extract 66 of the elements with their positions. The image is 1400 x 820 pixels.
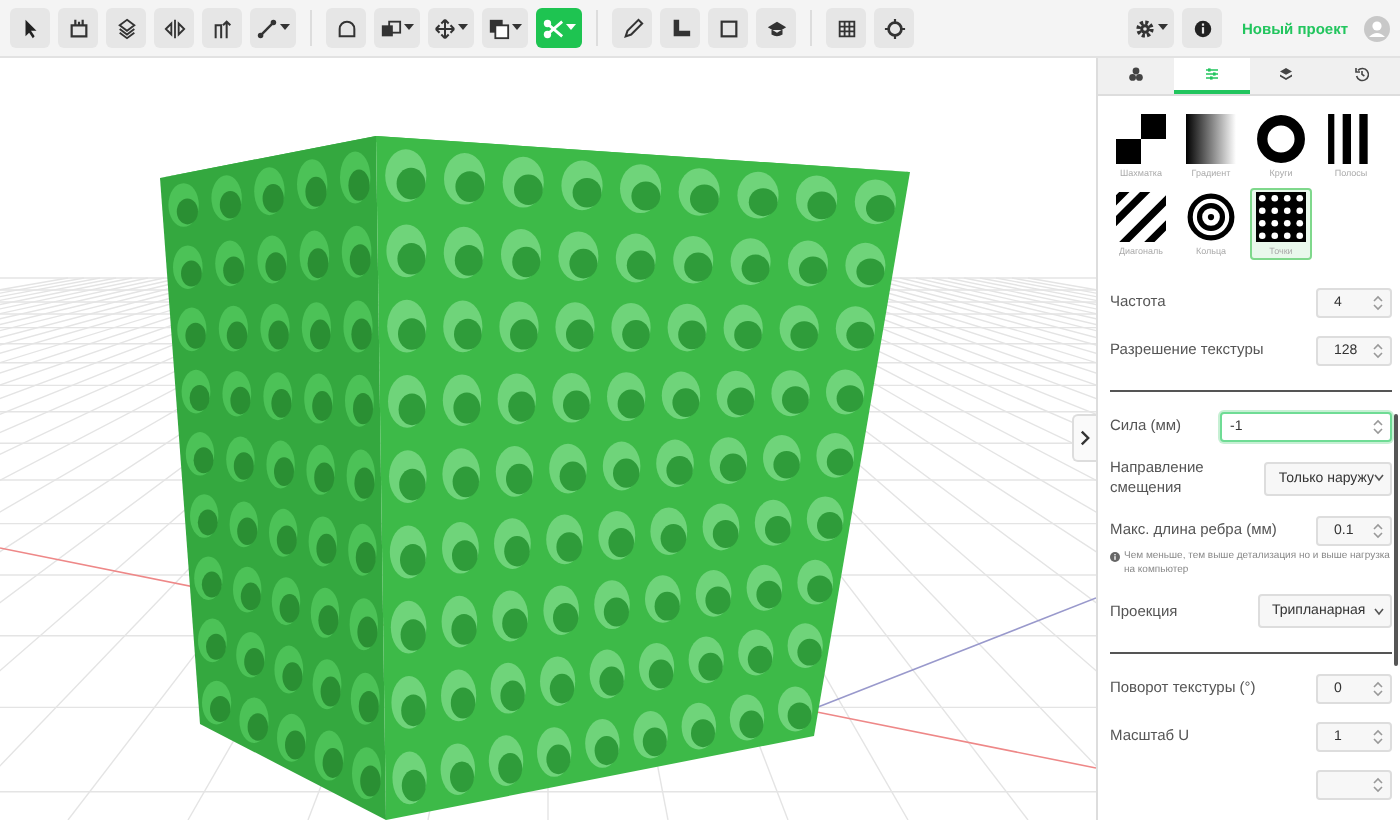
pencil-icon xyxy=(621,17,643,39)
layers-icon xyxy=(1278,66,1295,82)
tool-button[interactable] xyxy=(660,8,700,48)
caret-icon xyxy=(280,24,290,32)
tool-button[interactable] xyxy=(428,8,474,48)
spinner-arrows-icon xyxy=(1372,521,1384,539)
info-button[interactable] xyxy=(1182,8,1222,48)
texture-swatch-icon xyxy=(1256,114,1306,164)
expand-panel-button[interactable] xyxy=(1072,414,1096,462)
line-tool-icon xyxy=(256,17,278,39)
corner-icon xyxy=(669,17,691,39)
tool-button[interactable] xyxy=(202,8,242,48)
tool-button[interactable] xyxy=(250,8,296,48)
texture-swatch-icon xyxy=(1186,114,1236,164)
mirror-icon xyxy=(163,17,185,39)
arch-shape-icon xyxy=(335,17,357,39)
chevron-right-icon xyxy=(1080,430,1090,446)
number-input[interactable] xyxy=(1316,769,1392,799)
caret-icon xyxy=(1158,24,1168,32)
texture-swatch-icon xyxy=(1186,192,1236,242)
tool-button[interactable] xyxy=(482,8,528,48)
settings-button[interactable] xyxy=(1128,8,1174,48)
tool-button[interactable] xyxy=(154,8,194,48)
spinner-arrows-icon xyxy=(1372,727,1384,745)
grid-icon xyxy=(835,17,857,39)
shapes-icon xyxy=(380,17,402,39)
info-icon xyxy=(1191,17,1213,39)
caret-icon xyxy=(404,24,414,32)
spinner-arrows-icon xyxy=(1372,341,1384,359)
tool-button[interactable] xyxy=(826,8,866,48)
caret-icon xyxy=(512,24,522,32)
user-avatar-icon xyxy=(1364,15,1390,41)
tool-button[interactable] xyxy=(756,8,796,48)
sliders-icon xyxy=(1203,66,1220,82)
texture-swatch-icon xyxy=(1256,192,1306,242)
stack-icon xyxy=(115,17,137,39)
chevron-down-icon xyxy=(1374,607,1384,615)
shapes-icon xyxy=(1127,66,1144,82)
info-icon xyxy=(1110,552,1120,562)
tool-button[interactable] xyxy=(708,8,748,48)
caret-icon xyxy=(458,24,468,32)
history-icon xyxy=(1354,66,1371,82)
scrollbar-thumb[interactable] xyxy=(1394,414,1398,666)
tool-button[interactable] xyxy=(10,8,50,48)
tool-button[interactable] xyxy=(106,8,146,48)
tool-button[interactable] xyxy=(58,8,98,48)
tool-button[interactable] xyxy=(326,8,366,48)
caret-icon xyxy=(566,24,576,32)
move-icon xyxy=(434,17,456,39)
texture-swatch-icon xyxy=(1116,192,1166,242)
spinner-arrows-icon xyxy=(1372,417,1384,435)
extrude-icon xyxy=(211,17,233,39)
chevron-down-icon xyxy=(1374,474,1384,482)
graduation-cap-icon xyxy=(765,17,787,39)
texture-swatch-icon xyxy=(1116,114,1166,164)
square-icon xyxy=(717,17,739,39)
tool-button[interactable] xyxy=(874,8,914,48)
tool-button[interactable] xyxy=(374,8,420,48)
scissors-icon xyxy=(542,17,564,39)
tool-button[interactable] xyxy=(612,8,652,48)
spinner-arrows-icon xyxy=(1372,293,1384,311)
spinner-arrows-icon xyxy=(1372,775,1384,793)
spinner-arrows-icon xyxy=(1372,679,1384,697)
gear-icon xyxy=(1134,17,1156,39)
copy-icon xyxy=(488,17,510,39)
target-icon xyxy=(883,17,905,39)
